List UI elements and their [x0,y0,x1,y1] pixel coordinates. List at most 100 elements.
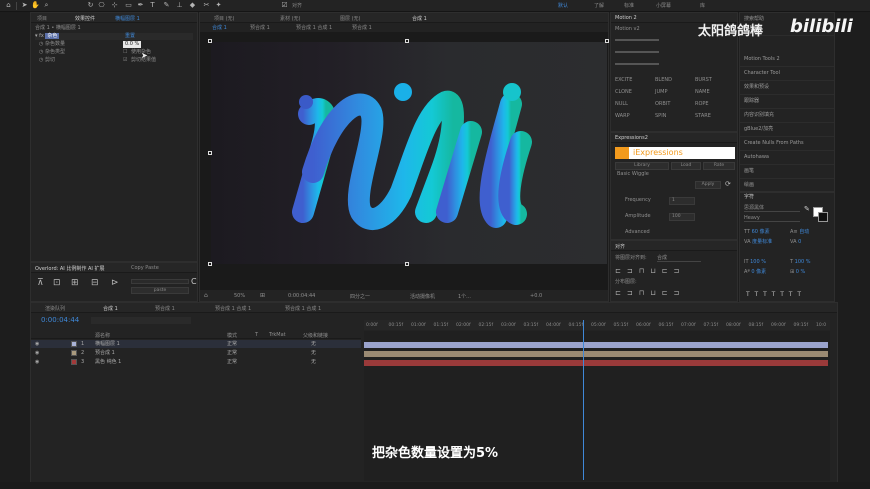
tab-project-none[interactable]: 项目 (无) [214,15,235,22]
motion-button[interactable]: SPIN [655,113,666,119]
distribute-buttons-icon[interactable]: ⊏⊐⊓⊔⊏⊐ [615,289,685,297]
comp-crumb[interactable]: 合成 1 [212,24,227,31]
clip-checkbox[interactable]: ☑ [123,57,127,64]
overlord-pull-icon[interactable]: ⊡ [53,278,61,288]
tab-overlord[interactable]: Overlord: AI 比例制作 AI 扩展 [35,265,104,272]
tab-motion2[interactable]: Motion 2 [615,15,637,21]
tab-align[interactable]: 对齐 [615,243,625,250]
layer-row[interactable]: ◉ 1 横幅图层 1 正常 无 [31,340,361,348]
motion-button[interactable]: ROPE [695,101,709,107]
layer-name[interactable]: 预合成 1 [95,349,115,357]
stamp-tool-icon[interactable]: ⊥ [175,1,184,10]
composition-canvas[interactable] [211,42,607,264]
motion-button[interactable]: STARE [695,113,711,119]
tab-project[interactable]: 项目 [37,15,47,22]
tab-comp-1[interactable]: 合成 1 [103,305,118,312]
motion-button[interactable]: EXCITE [615,77,632,83]
motion-button[interactable]: ORBIT [655,101,670,107]
refresh-icon[interactable]: ⟳ [725,180,731,188]
transform-handle[interactable] [208,39,212,43]
tsume-value[interactable]: 0 % [796,269,806,275]
fx-badge-icon[interactable]: ▾ fx [35,33,45,39]
amplitude-input[interactable]: 100 [669,213,695,221]
layer-color-label[interactable] [71,359,77,365]
menu-item[interactable]: Motion Tools 2 [744,54,780,65]
menu-item[interactable]: 跟踪器 [744,96,759,107]
layer-mode[interactable]: 正常 [227,340,237,348]
motion-slider[interactable] [615,39,659,41]
noise-amount-input[interactable]: 0.0 % [123,41,142,48]
camera-select[interactable]: 活动摄像机 [410,293,435,300]
motion-button[interactable]: BLEND [655,77,672,83]
layer-mode[interactable]: 正常 [227,358,237,366]
menu-item[interactable]: Character Tool [744,68,780,79]
copy-icon[interactable]: C [191,277,197,286]
motion-button[interactable]: BURST [695,77,712,83]
menu-item[interactable]: Create Nulls From Paths [744,138,804,149]
library-tab[interactable]: Library [615,162,669,170]
workspace-standard[interactable]: 标准 [624,2,634,9]
motion-slider[interactable] [615,63,659,65]
workspace-default[interactable]: 默认 [558,2,568,9]
align-buttons-icon[interactable]: ⊏⊐⊓⊔⊏⊐ [615,267,685,275]
paste-button[interactable]: paste [131,287,189,294]
col-parent[interactable]: 父级和链接 [303,332,328,339]
time-ruler[interactable]: 0:00f 00:15f 01:00f 01:15f 02:00f 02:15f 03:00… [364,320,830,330]
menu-item[interactable]: 画笔 [744,166,754,177]
zoom-select[interactable]: 50% [234,293,245,299]
layer-row[interactable]: ◉ 3 黑色 纯色 1 正常 无 [31,358,361,366]
col-t[interactable]: T [255,332,258,338]
overlord-shape-icon[interactable]: ⊞ [71,278,79,288]
transform-handle[interactable] [405,39,409,43]
motion-button[interactable]: CLONE [615,89,632,95]
comp-crumb[interactable]: 预合成 1 合成 1 [296,24,332,31]
layer-bar[interactable] [364,342,828,348]
workspace-learn[interactable]: 了解 [594,2,604,9]
grid-icon[interactable]: ⊞ [260,292,265,299]
layer-search-input[interactable] [91,317,191,324]
layer-bar[interactable] [364,360,828,366]
motion-button[interactable]: NAME [695,89,710,95]
visibility-icon[interactable]: ◉ [35,349,39,357]
tab-precomp-1-comp-1b[interactable]: 预合成 1 合成 1 [285,305,321,312]
layer-parent[interactable]: 无 [311,340,316,348]
puppet-tool-icon[interactable]: ✦ [214,1,223,10]
eraser-tool-icon[interactable]: ◆ [188,1,197,10]
col-source-name[interactable]: 源名称 [95,332,110,339]
eyedropper-icon[interactable]: ✎ [804,205,810,213]
viewer-timecode[interactable]: 0:00:04:44 [288,293,315,299]
motion-slider[interactable] [615,51,659,53]
tracking-value[interactable]: 0 [798,239,801,245]
workspace-library[interactable]: 库 [700,2,705,9]
col-trkmat[interactable]: TrkMat [269,332,286,338]
fx-name[interactable]: 杂色 [45,33,60,39]
home-icon[interactable]: ⌂ [4,1,13,10]
rotate-tool-icon[interactable]: ↻ [86,1,95,10]
faux-style-buttons[interactable]: TTTTTTT [746,291,806,298]
copy-field[interactable] [131,279,189,284]
views-select[interactable]: 1个... [458,293,471,300]
rect-tool-icon[interactable]: ▭ [124,1,133,10]
fx-reset-link[interactable]: 重置 [125,33,135,40]
layer-name[interactable]: 黑色 纯色 1 [95,358,121,366]
frequency-input[interactable]: 1 [669,197,695,205]
layer-bar[interactable] [364,351,828,357]
snap-checkbox-icon[interactable]: ☑ [280,1,289,10]
menu-item[interactable]: gBlue2/加亮 [744,124,773,135]
noise-type-checkbox[interactable]: ☐ [123,49,127,56]
advanced-toggle[interactable]: Advanced [625,229,650,236]
tab-expressions[interactable]: Expressions2 [615,135,648,141]
tab-footage-none[interactable]: 素材 (无) [280,15,301,22]
horizontal-scale-value[interactable]: 100 % [795,259,811,265]
menu-item[interactable]: 绘画 [744,180,754,191]
layer-parent[interactable]: 无 [311,349,316,357]
layer-mode[interactable]: 正常 [227,349,237,357]
font-size-value[interactable]: 60 像素 [752,229,770,235]
tab-layer-none[interactable]: 图层 (无) [340,15,361,22]
resolution-select[interactable]: 四分之一 [350,293,370,300]
baseline-value[interactable]: 0 像素 [751,269,766,275]
tab-effect-controls[interactable]: 效果控件 [75,15,95,22]
overlord-tools-icon[interactable]: ⊟ [91,278,99,288]
exposure-value[interactable]: +0.0 [530,293,542,299]
layer-row[interactable]: ◉ 2 预合成 1 正常 无 [31,349,361,357]
